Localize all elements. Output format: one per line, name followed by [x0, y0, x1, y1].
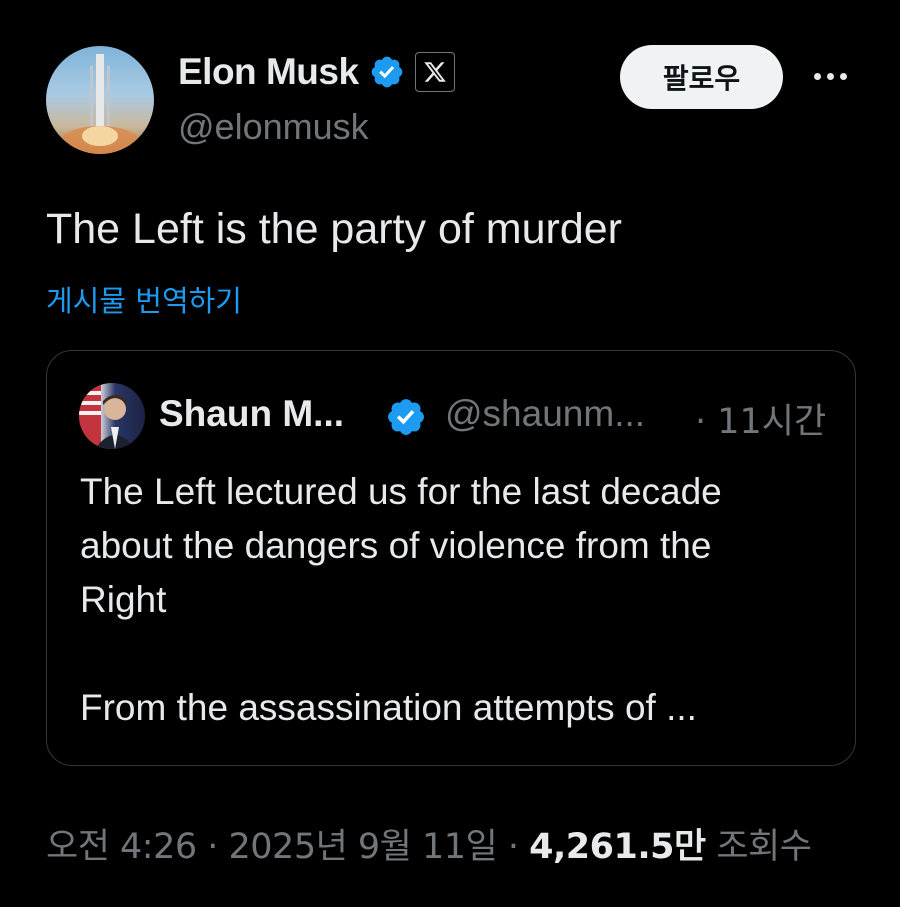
quoted-text-line: The Left lectured us for the last decade	[80, 471, 722, 512]
x-logo-icon	[414, 52, 455, 92]
follow-button[interactable]: 팔로우	[620, 45, 783, 109]
quoted-timestamp[interactable]: · 11시간	[695, 393, 826, 444]
translate-post-link[interactable]: 게시물 번역하기	[46, 278, 242, 320]
quoted-tweet-body: The Left lectured us for the last decade…	[80, 465, 840, 735]
tweet-time[interactable]: 오전 4:26	[46, 827, 197, 867]
views-label[interactable]: 조회수	[716, 827, 812, 867]
verified-badge-icon[interactable]	[369, 54, 405, 90]
quoted-text-line: about the dangers of violence from the	[80, 525, 712, 566]
meta-separator: ·	[497, 827, 530, 867]
tweet-text: The Left is the party of murder	[46, 205, 622, 253]
verified-badge-icon	[385, 396, 427, 438]
views-spacer	[706, 827, 717, 867]
author-name-row: Elon Musk	[178, 50, 455, 94]
tweet-meta: 오전 4:26 · 2025년 9월 11일 · 4,261.5만 조회수	[46, 818, 812, 869]
tweet-date[interactable]: 2025년 9월 11일	[229, 827, 498, 867]
quoted-author-handle[interactable]: @shaunm...	[445, 393, 645, 435]
author-avatar[interactable]	[46, 46, 154, 154]
quoted-author-name[interactable]: Shaun M...	[159, 393, 344, 435]
quoted-text-line: Right	[80, 579, 167, 620]
views-count[interactable]: 4,261.5만	[529, 827, 706, 867]
more-dots-icon[interactable]	[806, 60, 854, 92]
meta-separator: ·	[196, 827, 229, 867]
author-name[interactable]: Elon Musk	[178, 51, 359, 93]
quoted-author-avatar[interactable]	[79, 383, 145, 449]
quoted-text-line: From the assassination attempts of ...	[80, 687, 697, 728]
quoted-tweet-card[interactable]: Shaun M... @shaunm... · 11시간 The Left le…	[46, 350, 856, 766]
author-handle[interactable]: @elonmusk	[178, 106, 369, 148]
